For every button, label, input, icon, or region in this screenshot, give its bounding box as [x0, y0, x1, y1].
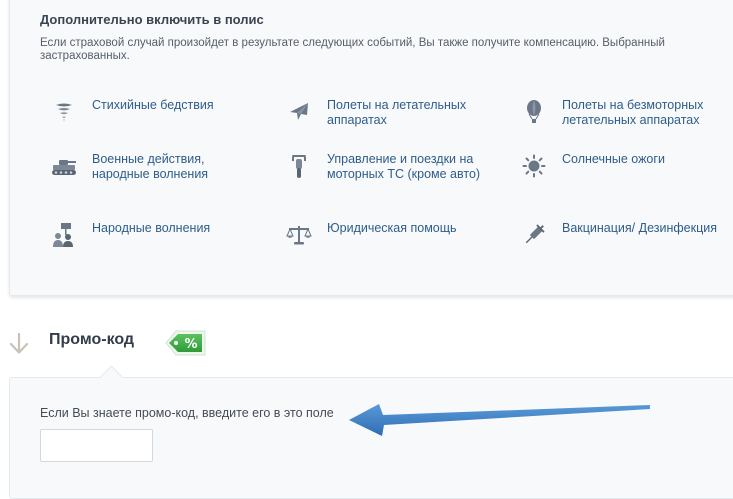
- svg-text:%: %: [184, 337, 197, 352]
- option-motor-vehicles[interactable]: Управление и поездки на моторных ТС (кро…: [285, 152, 497, 182]
- option-label: Юридическая помощь: [327, 221, 457, 235]
- tank-icon: [50, 152, 78, 180]
- tornado-icon: [50, 98, 78, 126]
- hot-air-balloon-icon: [520, 98, 548, 126]
- arrow-down-icon: [8, 332, 30, 361]
- option-label: Военные действия, народные волнения: [92, 152, 209, 181]
- annotation-arrow-icon: [345, 398, 655, 445]
- motorcycle-icon: [285, 152, 313, 180]
- syringe-icon: [520, 221, 548, 249]
- option-aircraft-flights[interactable]: Полеты на летательных аппаратах: [285, 98, 497, 128]
- option-vaccination[interactable]: Вакцинация/ Дезинфекция: [520, 221, 732, 249]
- option-label: Вакцинация/ Дезинфекция: [562, 221, 717, 235]
- option-military-actions[interactable]: Военные действия, народные волнения: [50, 152, 262, 182]
- option-label: Стихийные бедствия: [92, 98, 214, 112]
- option-label: Солнечные ожоги: [562, 152, 665, 166]
- option-civil-unrest[interactable]: Народные волнения: [50, 221, 262, 249]
- protest-crowd-icon: [50, 221, 78, 249]
- option-label: Управление и поездки на моторных ТС (кро…: [327, 152, 481, 181]
- airplane-icon: [285, 98, 313, 126]
- option-label: Полеты на летательных аппаратах: [327, 98, 467, 127]
- scales-icon: [285, 221, 313, 249]
- option-natural-disasters[interactable]: Стихийные бедствия: [50, 98, 262, 126]
- promo-code-input[interactable]: [40, 429, 153, 462]
- percent-tag-icon: %: [163, 327, 209, 366]
- description-line-2: застрахованных.: [40, 50, 130, 62]
- description-line-1: Если страховой случай произойдет в резул…: [40, 37, 665, 49]
- option-label: Народные волнения: [92, 221, 211, 235]
- sun-icon: [520, 152, 548, 180]
- option-sunburn[interactable]: Солнечные ожоги: [520, 152, 732, 180]
- promo-hint: Если Вы знаете промо-код, введите его в …: [40, 406, 334, 420]
- option-glider-flights[interactable]: Полеты на безмоторных летательных аппара…: [520, 98, 732, 128]
- option-label: Полеты на безмоторных летательных аппара…: [562, 98, 704, 127]
- section-title: Дополнительно включить в полис: [40, 12, 264, 27]
- section-description: Если страховой случай произойдет в резул…: [40, 37, 733, 63]
- option-legal-assistance[interactable]: Юридическая помощь: [285, 221, 497, 249]
- promo-title: Промо-код: [49, 331, 135, 348]
